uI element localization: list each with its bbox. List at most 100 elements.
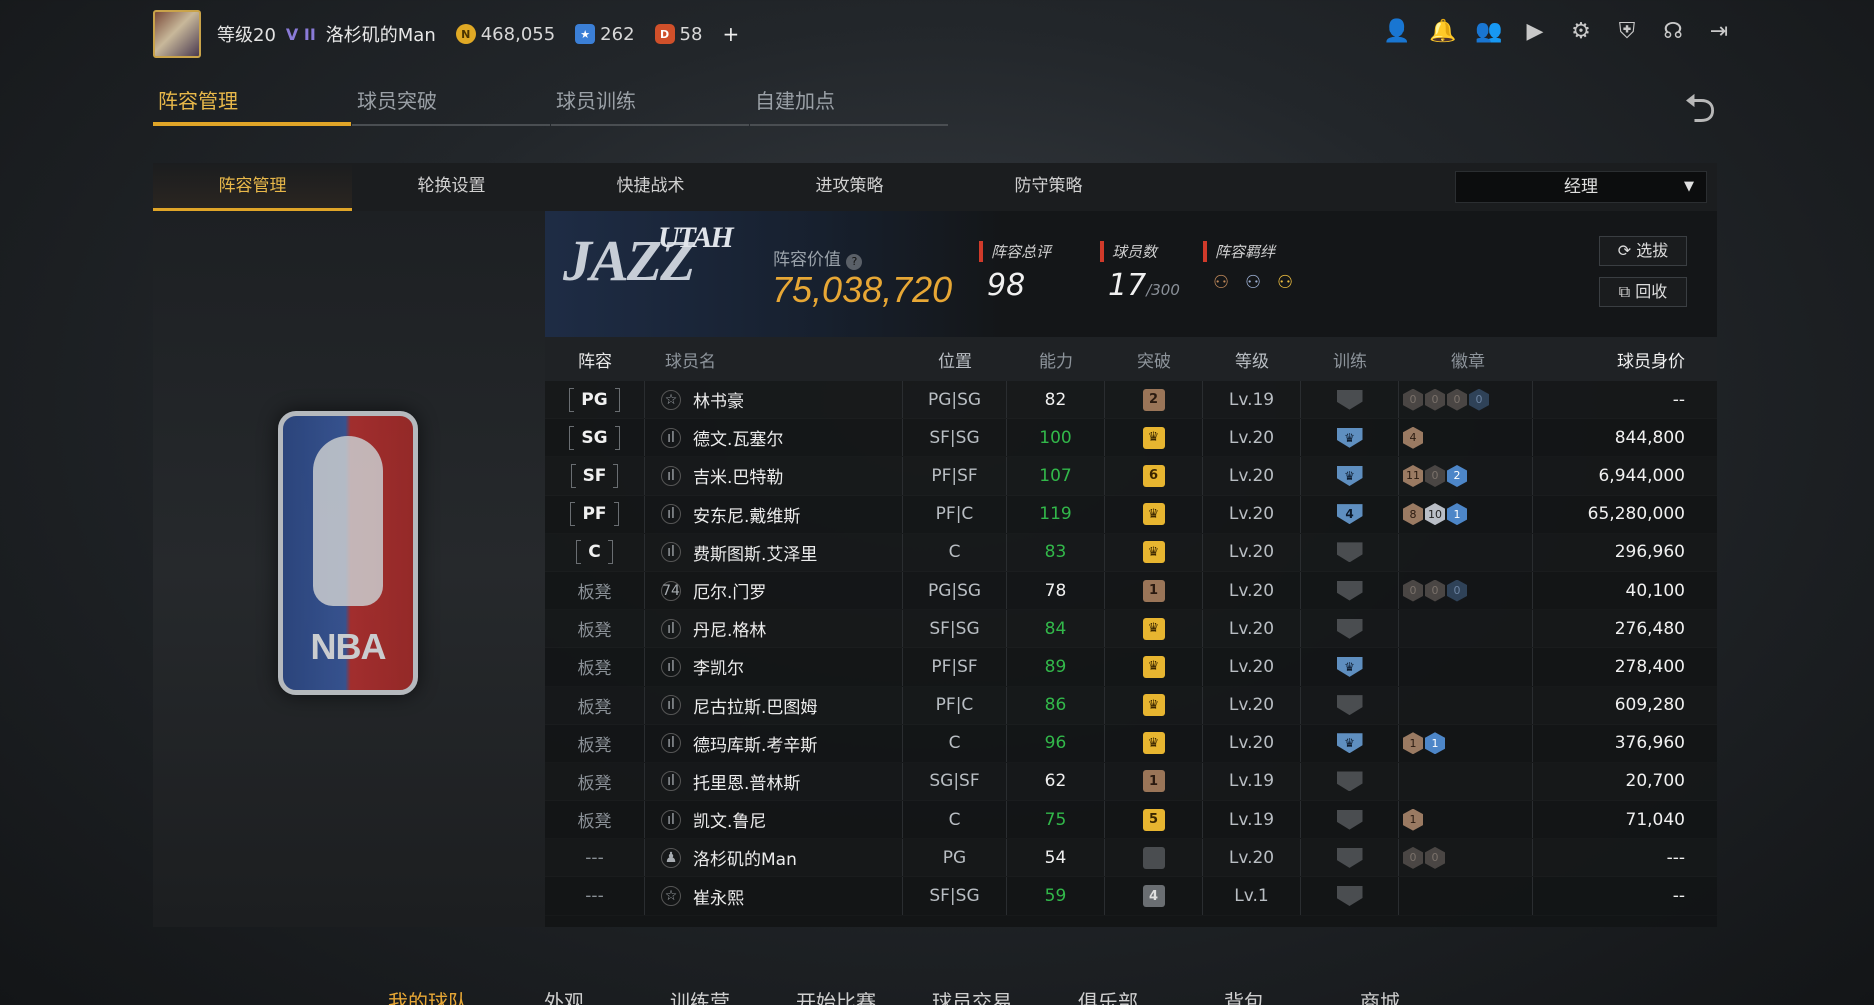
person-icon[interactable]: 👤 <box>1383 18 1410 44</box>
breakthrough-badge-icon: ♛ <box>1142 694 1165 717</box>
bell-icon[interactable]: 🔔 <box>1429 18 1456 44</box>
player-name: 李凯尔 <box>693 659 744 680</box>
player-position: SG|SF <box>903 762 1007 801</box>
table-row[interactable]: 板凳 ıl 丹尼.格林 SF|SG 84 ♛ Lv.20 276,480 <box>545 610 1717 648</box>
nav-my-team[interactable]: 我的球队 <box>360 986 496 1005</box>
shield-icon[interactable]: ⛨ <box>1614 18 1640 44</box>
player-level: Lv.20 <box>1203 648 1301 686</box>
tab-custom-points[interactable]: 自建加点 <box>750 84 948 126</box>
tab-player-training[interactable]: 球员训练 <box>551 84 749 126</box>
nav-player-trade[interactable]: 球员交易 <box>904 986 1040 1005</box>
exit-icon[interactable]: ⇥ <box>1706 18 1732 44</box>
player-name-cell: ıl 托里恩.普林斯 <box>645 762 903 801</box>
player-type-icon: ☆ <box>661 389 681 410</box>
player-name-cell: ıl 凯文.鲁尼 <box>645 801 903 839</box>
nav-club[interactable]: 俱乐部 <box>1040 986 1176 1005</box>
nav-appearance[interactable]: 外观 <box>496 986 632 1005</box>
headset-icon[interactable]: ☊ <box>1660 18 1686 44</box>
player-name-cell: ıl 丹尼.格林 <box>645 610 903 648</box>
player-ability: 84 <box>1007 610 1105 648</box>
header-badges: 徽章 <box>1451 351 1485 372</box>
player-name: 洛杉矶的Man <box>693 850 797 871</box>
currency-coins: N 468,055 <box>455 24 555 45</box>
breakthrough-cell: 1 <box>1105 571 1203 610</box>
table-row[interactable]: --- ☆ 崔永熙 SF|SG 59 4 Lv.1 -- <box>545 877 1717 915</box>
lineup-slot-cell: PF <box>545 495 645 533</box>
header-player-name: 球员名 <box>665 351 716 372</box>
table-row[interactable]: PF ıl 安东尼.戴维斯 PF|C 119 ♛ Lv.20 4 8 10 1 65,… <box>545 495 1717 534</box>
badges-cell: 11 <box>1399 724 1533 762</box>
subtab-defense[interactable]: 防守策略 <box>949 163 1148 211</box>
training-shield-icon <box>1336 695 1363 716</box>
table-row[interactable]: SG ıl 德文.瓦塞尔 SF|SG 100 ♛ Lv.20 ♛ 4 844,80… <box>545 419 1717 457</box>
player-name-cell: ıl 德文.瓦塞尔 <box>645 419 903 457</box>
nav-shop[interactable]: 商城 <box>1312 986 1448 1005</box>
table-row[interactable]: 板凳 ıl 托里恩.普林斯 SG|SF 62 1 Lv.19 20,700 <box>545 762 1717 801</box>
table-row[interactable]: PG ☆ 林书豪 PG|SG 82 2 Lv.19 0000 -- <box>545 381 1717 419</box>
jazz-logo-sub: UTAH <box>658 221 734 254</box>
back-arrow-icon[interactable]: ⮌ <box>1684 80 1716 148</box>
table-row[interactable]: 板凳 74 厄尔.门罗 PG|SG 78 1 Lv.20 000 40,100 <box>545 571 1717 610</box>
training-shield-icon <box>1336 618 1363 639</box>
friends-icon[interactable]: 👥 <box>1475 18 1502 44</box>
player-avatar[interactable] <box>153 10 201 58</box>
player-position: PF|C <box>903 686 1007 724</box>
training-shield-icon <box>1336 771 1363 792</box>
training-cell: ♛ <box>1301 724 1399 762</box>
player-name: 托里恩.普林斯 <box>693 773 801 794</box>
player-name: 吉米.巴特勒 <box>693 468 784 489</box>
stat-bonds: 阵容羁绊 ⚇ ⚇ ⚇ <box>1203 241 1303 296</box>
select-button[interactable]: ⟳ 选拔 <box>1599 236 1687 266</box>
help-icon[interactable]: ? <box>846 254 863 270</box>
recycle-button[interactable]: ⧉ 回收 <box>1599 277 1687 307</box>
table-row[interactable]: 板凳 ıl 尼古拉斯.巴图姆 PF|C 86 ♛ Lv.20 609,280 <box>545 686 1717 725</box>
table-row[interactable]: 板凳 ıl 德玛库斯.考辛斯 C 96 ♛ Lv.20 ♛ 11 376,960 <box>545 724 1717 763</box>
bond-icons[interactable]: ⚇ ⚇ ⚇ <box>1203 272 1303 296</box>
player-name-cell: ☆ 崔永熙 <box>645 877 903 915</box>
training-cell <box>1301 686 1399 724</box>
breakthrough-badge-icon: 1 <box>1142 770 1165 793</box>
subtab-lineup[interactable]: 阵容管理 <box>153 163 352 211</box>
breakthrough-cell: 2 <box>1105 381 1203 419</box>
table-row[interactable]: SF ıl 吉米.巴特勒 PF|SF 107 6 Lv.20 ♛ 11 0 2 6,9… <box>545 457 1717 495</box>
player-level: Lv.19 <box>1203 381 1301 419</box>
player-type-icon: ıl <box>661 733 681 754</box>
lineup-info-bar: UTAH JAZZ 阵容价值 ? 75,038,720 阵容总评 98 球员数 … <box>545 211 1717 337</box>
currency-diamonds: D 58 <box>654 24 702 45</box>
player-ability: 107 <box>1007 457 1105 495</box>
subtab-offense[interactable]: 进攻策略 <box>750 163 949 211</box>
subtab-rotation[interactable]: 轮换设置 <box>352 163 551 211</box>
table-row[interactable]: 板凳 ıl 李凯尔 PF|SF 89 ♛ Lv.20 ♛ 278,400 <box>545 648 1717 686</box>
lineup-slot: 板凳 <box>577 697 612 718</box>
player-position: SF|SG <box>903 610 1007 648</box>
table-row[interactable]: --- ♟ 洛杉矶的Man PG 54 Lv.20 00 --- <box>545 839 1717 877</box>
tab-player-breakthrough[interactable]: 球员突破 <box>352 84 550 126</box>
table-row[interactable]: 板凳 ıl 凯文.鲁尼 C 75 5 Lv.19 1 71,040 <box>545 801 1717 839</box>
player-level: Lv.19 <box>1203 801 1301 839</box>
sub-tabs: 阵容管理 轮换设置 快捷战术 进攻策略 防守策略 经理 ▼ <box>153 163 1717 211</box>
lineup-slot: PF <box>570 502 619 527</box>
gear-icon[interactable]: ⚙ <box>1568 18 1594 44</box>
badges-cell <box>1399 610 1533 648</box>
manager-dropdown[interactable]: 经理 ▼ <box>1455 171 1707 203</box>
video-icon[interactable]: ▶ <box>1522 18 1548 44</box>
nav-start-game[interactable]: 开始比赛 <box>768 986 904 1005</box>
player-value: 376,960 <box>1614 733 1685 754</box>
players-max: /300 <box>1146 281 1180 299</box>
player-type-icon: ıl <box>661 542 681 563</box>
breakthrough-cell: ♛ <box>1105 533 1203 571</box>
nav-training-camp[interactable]: 训练营 <box>632 986 768 1005</box>
badges-cell: 11 0 2 <box>1399 457 1533 495</box>
player-level: Lv.20 <box>1203 495 1301 533</box>
tab-lineup-management[interactable]: 阵容管理 <box>153 84 351 126</box>
lineup-slot: 板凳 <box>577 735 612 756</box>
player-level: Lv.20 <box>1203 533 1301 571</box>
header-value: 球员身价 <box>1617 351 1685 372</box>
subtab-quick-tactics[interactable]: 快捷战术 <box>551 163 750 211</box>
training-cell: 4 <box>1301 495 1399 533</box>
lineup-slot-cell: 板凳 <box>545 724 645 762</box>
add-currency-button[interactable]: + <box>722 22 739 46</box>
nav-backpack[interactable]: 背包 <box>1176 986 1312 1005</box>
table-row[interactable]: C ıl 费斯图斯.艾泽里 C 83 ♛ Lv.20 296,960 <box>545 533 1717 572</box>
badge-icon: 10 <box>1425 503 1445 526</box>
